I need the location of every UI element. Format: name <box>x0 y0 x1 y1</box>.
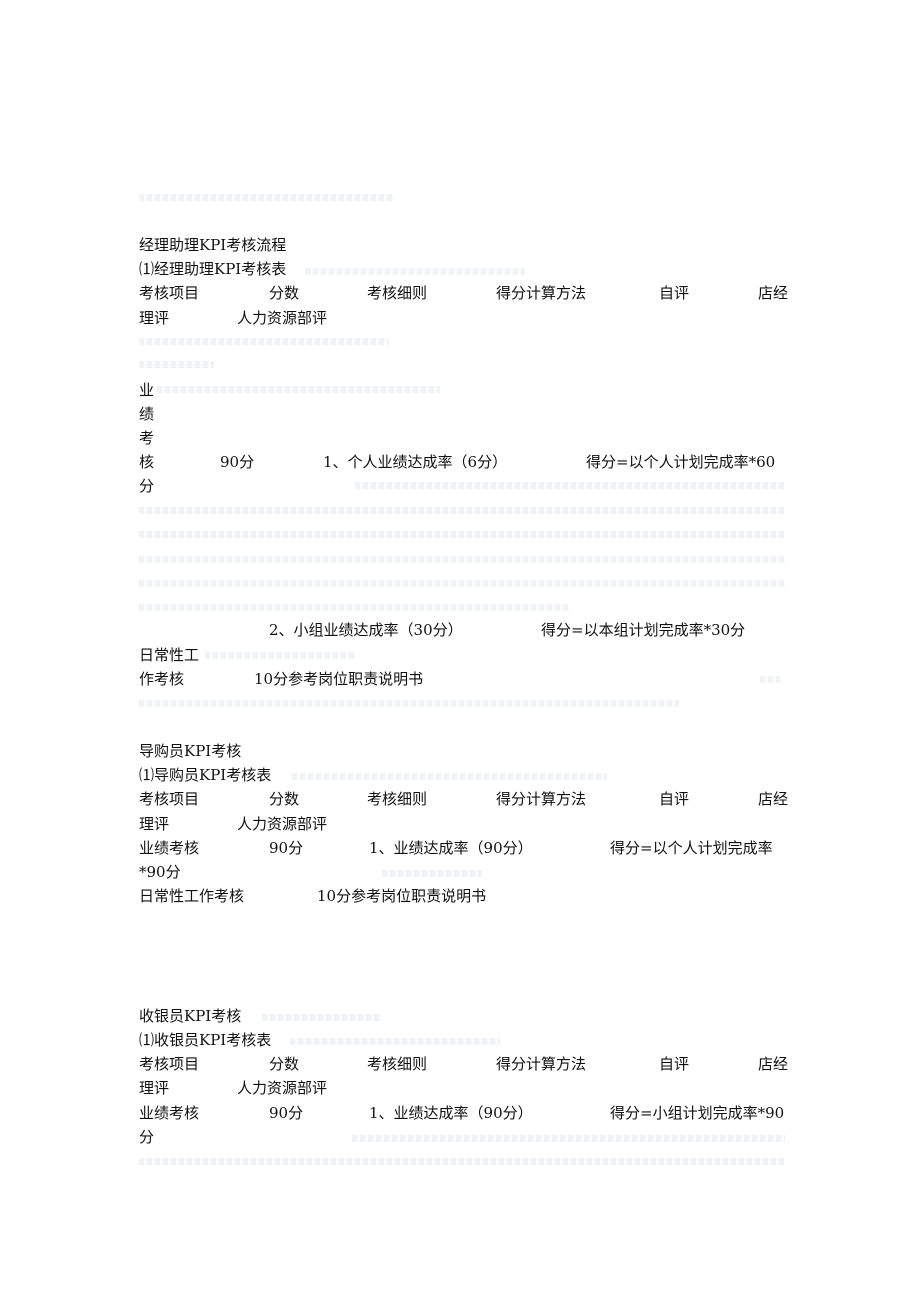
watermark-text <box>139 700 679 707</box>
table-row: 核 90分 1、个人业绩达成率（6分） 得分=以个人计划完成率*60 <box>139 452 789 472</box>
table-header-row: 考核项目 分数 考核细则 得分计算方法 自评 店经 <box>139 789 789 809</box>
header-hr: 人力资源部评 <box>237 1079 328 1097</box>
header-hr: 人力资源部评 <box>237 815 328 833</box>
header-store-manager: 店经 <box>758 1055 789 1073</box>
header-self: 自评 <box>659 284 690 302</box>
header-calc: 得分计算方法 <box>496 284 587 302</box>
header-store-manager-cont: 理评 <box>139 815 170 833</box>
table-title-manager-assistant: ⑴经理助理KPI考核表 <box>139 260 287 278</box>
header-score: 分数 <box>269 790 300 808</box>
header-store-manager: 店经 <box>758 284 789 302</box>
perf-score: 90分 <box>269 1104 304 1122</box>
header-hr: 人力资源部评 <box>237 309 328 327</box>
watermark-text <box>352 1135 785 1142</box>
header-calc: 得分计算方法 <box>496 790 587 808</box>
perf-calc-1: 得分=以个人计划完成率*60 <box>586 453 776 471</box>
daily-score-desc: 10分参考岗位职责说明书 <box>254 670 424 688</box>
header-detail: 考核细则 <box>367 284 428 302</box>
table-header-row-wrap: 理评 人力资源部评 <box>139 308 789 328</box>
table-header-row-wrap: 理评 人力资源部评 <box>139 1078 789 1098</box>
watermark-text <box>139 507 785 514</box>
header-item: 考核项目 <box>139 1055 200 1073</box>
watermark-text <box>355 482 785 489</box>
perf-label: 业绩考核 <box>139 839 200 857</box>
perf-score: 90分 <box>220 453 255 471</box>
section-title-manager-assistant: 经理助理KPI考核流程 <box>139 236 287 254</box>
watermark-text <box>139 556 785 563</box>
header-self: 自评 <box>659 1055 690 1073</box>
daily-label: 日常性工 <box>139 646 200 664</box>
table-row: 业绩考核 90分 1、业绩达成率（90分） 得分=以个人计划完成率 <box>139 838 789 858</box>
watermark-text <box>139 531 785 538</box>
header-calc: 得分计算方法 <box>496 1055 587 1073</box>
perf-label-char: 核 <box>139 453 155 471</box>
watermark-text <box>157 386 440 393</box>
perf-score: 90分 <box>269 839 304 857</box>
watermark-text <box>139 338 389 345</box>
table-row: 日常性工作考核 10分参考岗位职责说明书 <box>139 886 789 906</box>
perf-label-char: 绩 <box>139 405 155 423</box>
perf-item: 1、业绩达成率（90分） <box>369 1104 533 1122</box>
header-item: 考核项目 <box>139 284 200 302</box>
header-score: 分数 <box>269 1055 300 1073</box>
perf-label-char: 分 <box>139 477 155 495</box>
table-row: 业绩考核 90分 1、业绩达成率（90分） 得分=小组计划完成率*90 <box>139 1103 789 1123</box>
watermark-text <box>382 870 482 877</box>
watermark-text <box>139 194 394 201</box>
header-item: 考核项目 <box>139 790 200 808</box>
watermark-text <box>292 773 607 780</box>
perf-calc-cont: *90分 <box>139 863 181 881</box>
header-store-manager: 店经 <box>758 790 789 808</box>
watermark-text <box>139 604 569 611</box>
perf-calc-2: 得分=以本组计划完成率*30分 <box>541 621 746 639</box>
section-title-cashier: 收银员KPI考核 <box>139 1007 242 1025</box>
watermark-text <box>139 1158 785 1165</box>
header-score: 分数 <box>269 284 300 302</box>
table-title-sales-guide: ⑴导购员KPI考核表 <box>139 766 272 784</box>
perf-item: 1、业绩达成率（90分） <box>369 839 533 857</box>
daily-score-desc: 10分参考岗位职责说明书 <box>317 887 487 905</box>
perf-calc-cont: 分 <box>139 1128 155 1146</box>
table-title-cashier: ⑴收银员KPI考核表 <box>139 1031 272 1049</box>
watermark-text <box>262 1014 382 1021</box>
header-detail: 考核细则 <box>367 790 428 808</box>
watermark-text <box>139 580 785 587</box>
table-header-row: 考核项目 分数 考核细则 得分计算方法 自评 店经 <box>139 283 789 303</box>
table-row: 2、小组业绩达成率（30分） 得分=以本组计划完成率*30分 <box>139 620 789 640</box>
section-title-sales-guide: 导购员KPI考核 <box>139 742 242 760</box>
watermark-text <box>305 268 525 275</box>
perf-label-char: 业 <box>139 381 155 399</box>
perf-calc: 得分=以个人计划完成率 <box>610 839 773 857</box>
header-self: 自评 <box>659 790 690 808</box>
perf-label: 业绩考核 <box>139 1104 200 1122</box>
watermark-text <box>139 361 214 368</box>
table-row: 作考核 10分参考岗位职责说明书 <box>139 669 789 689</box>
perf-label-char: 考 <box>139 429 155 447</box>
daily-label: 日常性工作考核 <box>139 887 245 905</box>
header-store-manager-cont: 理评 <box>139 1079 170 1097</box>
daily-label-cont: 作考核 <box>139 670 185 688</box>
perf-item-1: 1、个人业绩达成率（6分） <box>323 453 508 471</box>
header-detail: 考核细则 <box>367 1055 428 1073</box>
watermark-text <box>205 652 355 659</box>
watermark-text <box>290 1038 500 1045</box>
perf-calc: 得分=小组计划完成率*90 <box>610 1104 785 1122</box>
table-header-row: 考核项目 分数 考核细则 得分计算方法 自评 店经 <box>139 1054 789 1074</box>
header-store-manager-cont: 理评 <box>139 309 170 327</box>
table-header-row-wrap: 理评 人力资源部评 <box>139 814 789 834</box>
perf-item-2: 2、小组业绩达成率（30分） <box>269 621 463 639</box>
